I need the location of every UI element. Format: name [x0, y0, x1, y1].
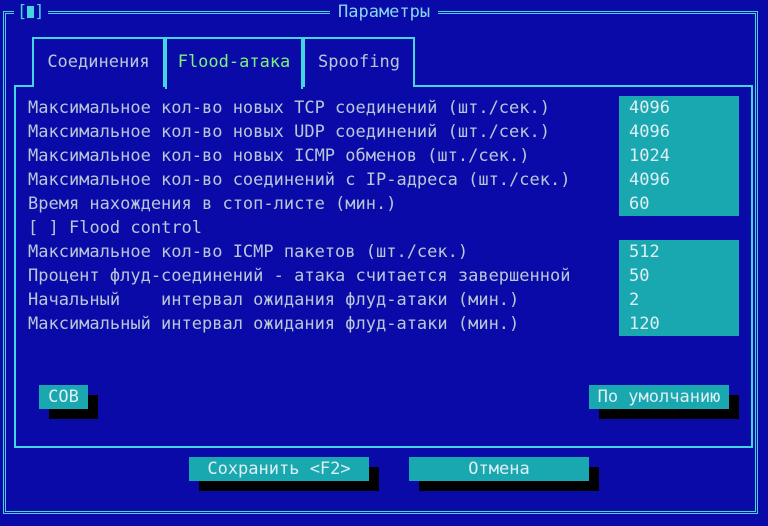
tab-spoofing[interactable]: Spoofing [303, 37, 415, 87]
setting-label-ip-connections: Максимальное кол-во соединений с IP-адре… [28, 170, 571, 190]
icmp-limit-field[interactable]: 1024 [619, 144, 739, 168]
save-button[interactable]: Сохранить <F2> [189, 457, 369, 481]
setting-label-udp: Максимальное кол-во новых UDP соединений… [28, 122, 550, 142]
tcp-limit-field[interactable]: 4096 [619, 96, 739, 120]
setting-label-icmp: Максимальное кол-во новых ICMP обменов (… [28, 146, 530, 166]
setting-label-flood-percent: Процент флуд-соединений - атака считаетс… [28, 266, 571, 286]
setting-label-icmp-packets: Максимальное кол-во ICMP пакетов (шт./се… [28, 242, 469, 262]
sov-button[interactable]: СОВ [39, 385, 88, 409]
dialog-title: Параметры [330, 2, 439, 22]
initial-interval-field[interactable]: 2 [619, 288, 739, 312]
flood-control-checkbox[interactable]: [ ] Flood control [28, 216, 202, 240]
flood-percent-field[interactable]: 50 [619, 264, 739, 288]
checkbox-box[interactable]: [ ] [28, 218, 59, 238]
close-icon[interactable]: [] [14, 2, 48, 22]
setting-label-initial-interval: Начальный интервал ожидания флуд-атаки (… [28, 290, 520, 310]
icmp-packets-field[interactable]: 512 [619, 240, 739, 264]
stoplist-time-field[interactable]: 60 [619, 192, 739, 216]
cancel-button[interactable]: Отмена [409, 457, 589, 481]
setting-label-tcp: Максимальное кол-во новых TCP соединений… [28, 98, 550, 118]
flood-control-label: Flood control [68, 218, 203, 238]
tab-connections[interactable]: Соединения [32, 37, 165, 87]
defaults-button[interactable]: По умолчанию [589, 385, 729, 409]
max-interval-field[interactable]: 120 [619, 312, 739, 336]
tab-flood-attack[interactable]: Flood-атака [165, 37, 303, 89]
setting-label-max-interval: Максимальный интервал ожидания флуд-атак… [28, 314, 520, 334]
udp-limit-field[interactable]: 4096 [619, 120, 739, 144]
setting-label-stoplist-time: Время нахождения в стоп-листе (мин.) [28, 194, 397, 214]
ip-connections-field[interactable]: 4096 [619, 168, 739, 192]
